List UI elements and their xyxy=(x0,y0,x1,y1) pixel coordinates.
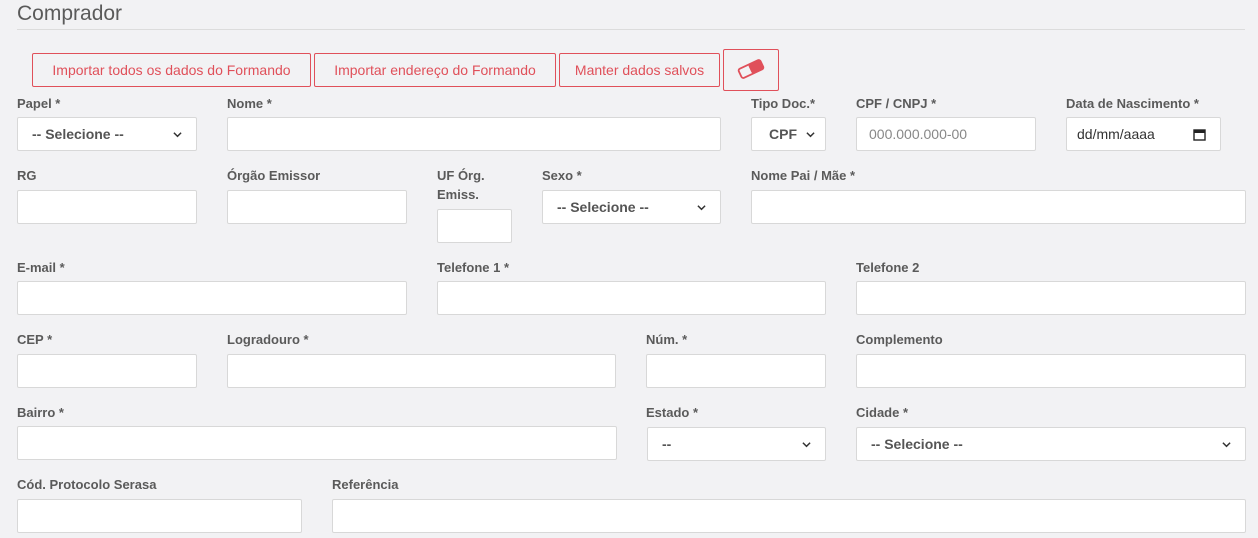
bairro-label: Bairro * xyxy=(17,405,64,420)
rg-label: RG xyxy=(17,168,37,183)
calendar-icon[interactable] xyxy=(1193,128,1206,141)
rg-input[interactable] xyxy=(17,190,197,224)
nome-input[interactable] xyxy=(227,117,721,151)
nascimento-placeholder: dd/mm/aaaa xyxy=(1077,126,1155,142)
papel-label: Papel * xyxy=(17,96,61,111)
keep-saved-data-button[interactable]: Manter dados salvos xyxy=(559,53,720,87)
protocolo-label: Cód. Protocolo Serasa xyxy=(17,477,157,492)
logradouro-input[interactable] xyxy=(227,354,616,388)
telefone2-input[interactable] xyxy=(856,281,1246,315)
telefone1-input[interactable] xyxy=(437,281,826,315)
nome-pai-input[interactable] xyxy=(751,190,1246,224)
cidade-label: Cidade * xyxy=(856,405,909,420)
cidade-value: -- Selecione -- xyxy=(871,436,963,452)
nome-pai-label: Nome Pai / Mãe * xyxy=(751,168,856,183)
papel-value: -- Selecione -- xyxy=(32,126,124,142)
papel-select[interactable]: -- Selecione -- xyxy=(17,117,197,151)
chevron-down-icon xyxy=(806,131,815,137)
estado-select[interactable]: -- xyxy=(647,427,826,461)
chevron-down-icon xyxy=(1222,441,1231,447)
bairro-input[interactable] xyxy=(17,426,617,460)
sexo-value: -- Selecione -- xyxy=(557,199,649,215)
orgao-input[interactable] xyxy=(227,190,407,224)
uf-label-line1: UF Órg. xyxy=(437,168,485,183)
telefone2-label: Telefone 2 xyxy=(856,260,920,275)
referencia-label: Referência xyxy=(332,477,399,492)
tipo-doc-label: Tipo Doc.* xyxy=(751,96,816,111)
chevron-down-icon xyxy=(697,204,706,210)
tipo-doc-value: CPF xyxy=(769,126,797,142)
referencia-input[interactable] xyxy=(332,499,1246,533)
protocolo-input[interactable] xyxy=(17,499,302,533)
section-title: Comprador xyxy=(17,2,123,25)
uf-label-line2: Emiss. xyxy=(437,187,479,202)
eraser-icon xyxy=(736,58,766,82)
email-label: E-mail * xyxy=(17,260,65,275)
tipo-doc-select[interactable]: CPF xyxy=(751,117,826,151)
num-label: Núm. * xyxy=(646,332,688,347)
cep-input[interactable] xyxy=(17,354,197,388)
complemento-label: Complemento xyxy=(856,332,943,347)
clear-form-button[interactable] xyxy=(723,49,779,91)
cep-label: CEP * xyxy=(17,332,53,347)
orgao-label: Órgão Emissor xyxy=(227,168,321,183)
nascimento-label: Data de Nascimento * xyxy=(1066,96,1199,111)
telefone1-label: Telefone 1 * xyxy=(437,260,510,275)
nascimento-input[interactable]: dd/mm/aaaa xyxy=(1066,117,1221,151)
complemento-input[interactable] xyxy=(856,354,1246,388)
nome-label: Nome * xyxy=(227,96,272,111)
estado-value: -- xyxy=(662,436,672,452)
cpf-placeholder: 000.000.000-00 xyxy=(869,126,968,142)
import-all-data-button[interactable]: Importar todos os dados do Formando xyxy=(32,53,311,87)
email-input[interactable] xyxy=(17,281,407,315)
import-address-button[interactable]: Importar endereço do Formando xyxy=(314,53,556,87)
sexo-label: Sexo * xyxy=(542,168,582,183)
cpf-input[interactable]: 000.000.000-00 xyxy=(856,117,1036,151)
logradouro-label: Logradouro * xyxy=(227,332,309,347)
chevron-down-icon xyxy=(802,441,811,447)
sexo-select[interactable]: -- Selecione -- xyxy=(542,190,721,224)
cpf-label: CPF / CNPJ * xyxy=(856,96,937,111)
uf-input[interactable] xyxy=(437,209,512,243)
chevron-down-icon xyxy=(173,131,182,137)
num-input[interactable] xyxy=(646,354,826,388)
estado-label: Estado * xyxy=(646,405,699,420)
cidade-select[interactable]: -- Selecione -- xyxy=(856,427,1246,461)
section-divider xyxy=(17,29,1245,30)
